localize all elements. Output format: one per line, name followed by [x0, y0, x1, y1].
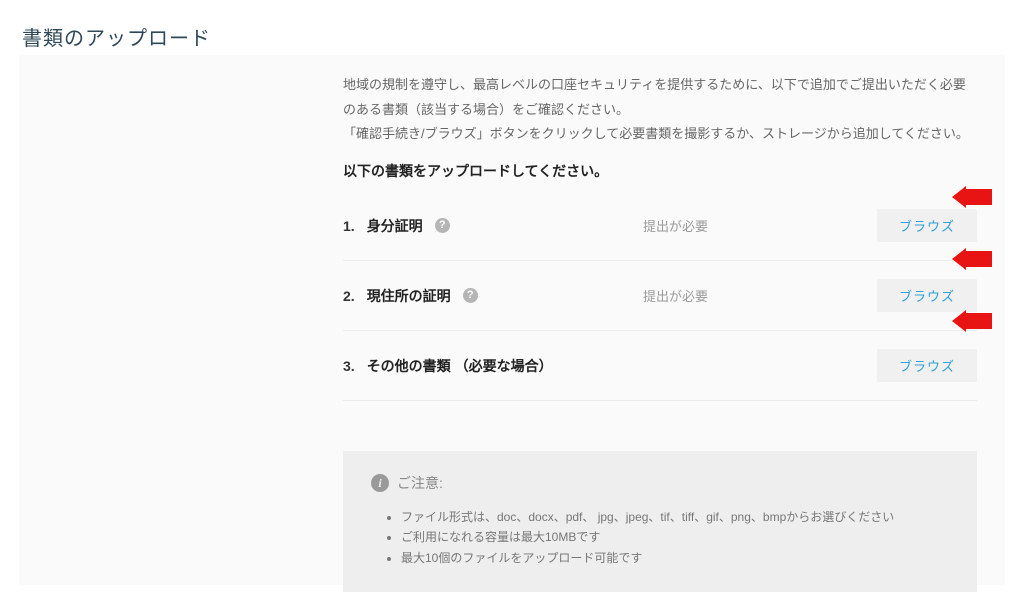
- notice-heading: ご注意:: [397, 473, 443, 493]
- document-label-identity: 身分証明: [367, 216, 423, 236]
- document-status: 提出が必要: [623, 216, 877, 235]
- intro-text: 地域の規制を遵守し、最高レベルの口座セキュリティを提供するために、以下で追加でご…: [343, 73, 977, 147]
- document-row-left: 2. 現住所の証明 ?: [343, 286, 623, 306]
- notice-heading-row: i ご注意:: [371, 473, 949, 493]
- page-title: 書類のアップロード: [22, 22, 211, 51]
- browse-button[interactable]: ブラウズ: [877, 209, 977, 242]
- notice-list: ファイル形式は、doc、docx、pdf、 jpg、jpeg、tif、tiff、…: [401, 507, 949, 568]
- section-heading: 以下の書類をアップロードしてください。: [343, 161, 977, 181]
- document-status: 提出が必要: [623, 286, 877, 305]
- browse-button[interactable]: ブラウズ: [877, 279, 977, 312]
- browse-button[interactable]: ブラウズ: [877, 349, 977, 382]
- notice-item: 最大10個のファイルをアップロード可能です: [401, 548, 949, 568]
- document-row-identity: 1. 身分証明 ? 提出が必要 ブラウズ: [343, 191, 977, 261]
- page-root: 書類のアップロード 地域の規制を遵守し、最高レベルの口座セキュリティを提供するた…: [0, 0, 1024, 585]
- document-number: 1.: [343, 218, 355, 234]
- document-row-other: 3. その他の書類 （必要な場合） ブラウズ: [343, 331, 977, 401]
- notice-item: ファイル形式は、doc、docx、pdf、 jpg、jpeg、tif、tiff、…: [401, 507, 949, 527]
- document-row-left: 1. 身分証明 ?: [343, 216, 623, 236]
- document-number: 2.: [343, 288, 355, 304]
- notice-box: i ご注意: ファイル形式は、doc、docx、pdf、 jpg、jpeg、ti…: [343, 451, 977, 592]
- document-list: 1. 身分証明 ? 提出が必要 ブラウズ 2. 現住所の証明 ? 提出が必要 ブ…: [343, 191, 977, 401]
- document-row-left: 3. その他の書類 （必要な場合）: [343, 356, 553, 376]
- content-block: 地域の規制を遵守し、最高レベルの口座セキュリティを提供するために、以下で追加でご…: [19, 55, 1005, 585]
- info-icon: i: [371, 474, 389, 492]
- help-icon[interactable]: ?: [463, 288, 478, 303]
- document-row-address: 2. 現住所の証明 ? 提出が必要 ブラウズ: [343, 261, 977, 331]
- help-icon[interactable]: ?: [435, 218, 450, 233]
- notice-item: ご利用になれる容量は最大10MBです: [401, 527, 949, 547]
- intro-line-1: 地域の規制を遵守し、最高レベルの口座セキュリティを提供するために、以下で追加でご…: [343, 73, 977, 122]
- intro-line-2: 「確認手続き/ブラウズ」ボタンをクリックして必要書類を撮影するか、ストレージから…: [343, 122, 977, 147]
- document-label-address: 現住所の証明: [367, 286, 451, 306]
- document-label-other: その他の書類 （必要な場合）: [367, 356, 553, 376]
- document-number: 3.: [343, 358, 355, 374]
